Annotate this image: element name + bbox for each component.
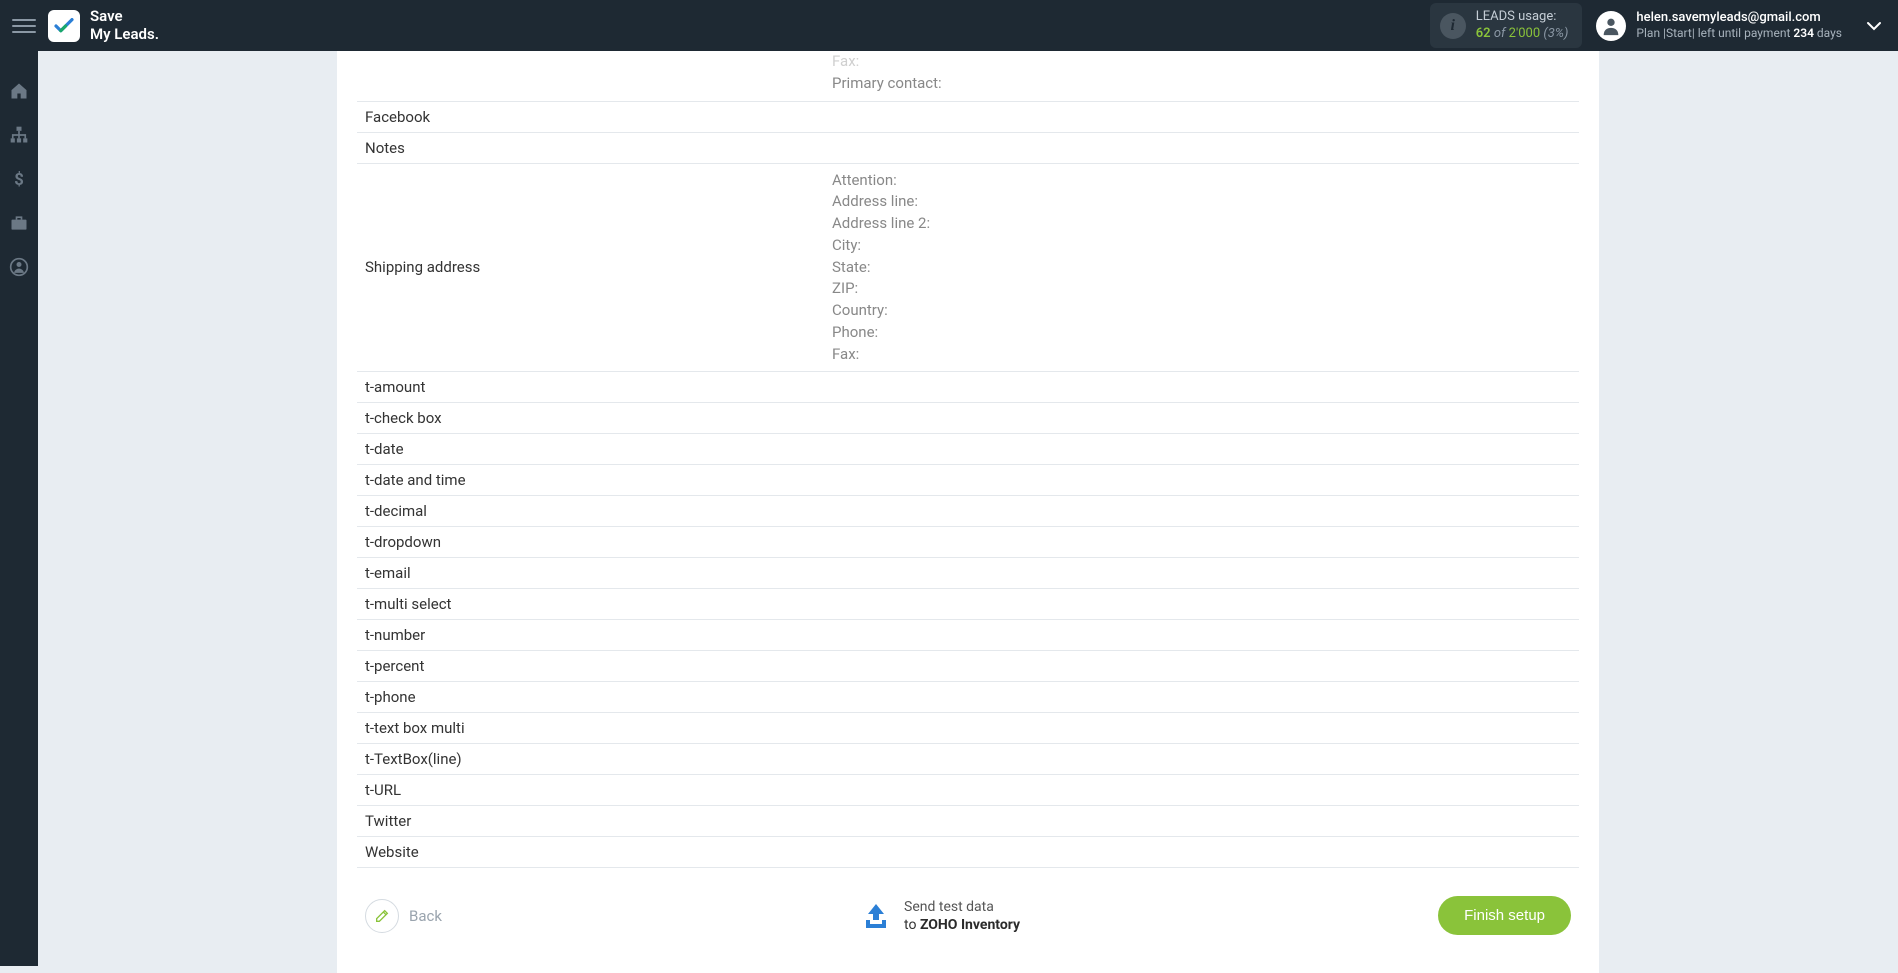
field-label: t-dropdown [357,527,822,557]
card-footer: Back Send test data to ZOHO Inventory [357,868,1579,943]
field-label: t-text box multi [357,713,822,743]
field-label: Website [357,837,822,867]
hamburger-menu-icon[interactable] [12,14,36,38]
leads-usage-badge[interactable]: i LEADS usage: 62 of 2'000 (3%) [1430,3,1583,48]
field-row[interactable]: t-phone [357,682,1579,713]
app-title: Save My Leads. [90,8,159,43]
user-plan: Plan |Start| left until payment 234 days [1636,26,1842,41]
field-row[interactable]: t-amount [357,372,1579,403]
field-label: Notes [357,133,822,163]
leads-of: of [1494,26,1506,41]
shipping-lines: Attention: Address line: Address line 2:… [822,164,1579,372]
main-content: Fax: Primary contact: Facebook Notes Shi… [38,51,1898,973]
field-label: t-multi select [357,589,822,619]
field-label: t-check box [357,403,822,433]
home-icon[interactable] [9,81,29,101]
avatar [1596,11,1626,41]
field-row[interactable]: t-date and time [357,465,1579,496]
field-row-facebook[interactable]: Facebook [357,102,1579,133]
field-label: t-decimal [357,496,822,526]
field-row[interactable]: t-email [357,558,1579,589]
form-card: Fax: Primary contact: Facebook Notes Shi… [337,51,1599,973]
field-row[interactable]: t-text box multi [357,713,1579,744]
field-label: t-date and time [357,465,822,495]
svg-text:$: $ [14,171,24,189]
pencil-icon [365,899,399,933]
field-primary-contact: Primary contact: [832,73,1569,95]
back-button[interactable]: Back [365,899,442,933]
field-row-notes[interactable]: Notes [357,133,1579,164]
user-email: helen.savemyleads@gmail.com [1636,10,1842,26]
field-row[interactable]: Website [357,837,1579,868]
chevron-down-icon[interactable] [1866,21,1882,31]
checkmark-icon [54,18,74,34]
field-row[interactable]: t-dropdown [357,527,1579,558]
field-label-empty [357,51,822,63]
send-test-button[interactable]: Send test data to ZOHO Inventory [860,898,1020,934]
field-row[interactable]: t-check box [357,403,1579,434]
upload-icon [860,900,892,932]
app-header: Save My Leads. i LEADS usage: 62 of 2'00… [0,0,1898,51]
field-label: t-percent [357,651,822,681]
field-row[interactable]: t-URL [357,775,1579,806]
field-label: t-phone [357,682,822,712]
field-row[interactable]: Twitter [357,806,1579,837]
send-test-line1: Send test data [904,898,1020,916]
left-sidebar: $ [0,51,38,966]
field-label: t-date [357,434,822,464]
briefcase-icon[interactable] [9,213,29,233]
field-row[interactable]: t-number [357,620,1579,651]
leads-used: 62 [1476,26,1491,41]
field-row[interactable]: t-percent [357,651,1579,682]
field-label: t-email [357,558,822,588]
field-row[interactable]: t-decimal [357,496,1579,527]
dollar-icon[interactable]: $ [9,169,29,189]
app-logo[interactable] [48,10,80,42]
leads-percent: (3%) [1543,26,1568,41]
leads-usage-title: LEADS usage: [1476,9,1569,25]
leads-total: 2'000 [1509,26,1541,41]
field-row-shipping[interactable]: Shipping address Attention: Address line… [357,164,1579,373]
field-row[interactable]: t-multi select [357,589,1579,620]
field-label: Facebook [357,102,822,132]
field-label-shipping: Shipping address [357,252,822,282]
back-label: Back [409,907,442,925]
sitemap-icon[interactable] [9,125,29,145]
send-test-line2: to ZOHO Inventory [904,916,1020,934]
field-fax: Fax: [832,51,1569,73]
field-label: t-amount [357,372,822,402]
user-circle-icon[interactable] [9,257,29,277]
user-menu[interactable]: helen.savemyleads@gmail.com Plan |Start|… [1596,10,1886,41]
field-label: t-URL [357,775,822,805]
field-row[interactable]: t-TextBox(line) [357,744,1579,775]
field-label: t-TextBox(line) [357,744,822,774]
field-label: Twitter [357,806,822,836]
field-row[interactable]: t-date [357,434,1579,465]
user-icon [1600,15,1622,37]
finish-setup-button[interactable]: Finish setup [1438,896,1571,935]
field-row-partial: Fax: Primary contact: [357,51,1579,102]
field-label: t-number [357,620,822,650]
info-icon: i [1440,13,1466,39]
